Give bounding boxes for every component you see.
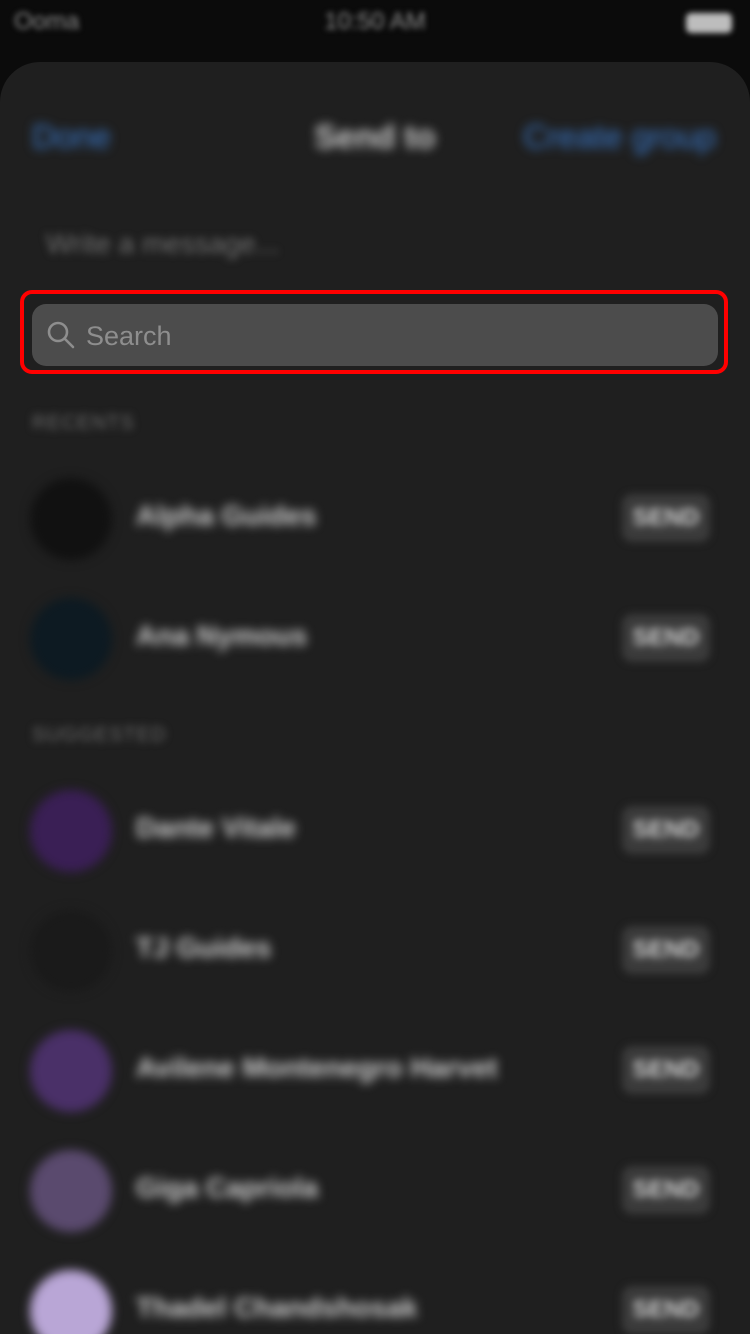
send-button[interactable]: SEND: [622, 1166, 710, 1214]
section-label-recents: RECENTS: [32, 412, 135, 434]
send-button[interactable]: SEND: [622, 1046, 710, 1094]
contact-name: TJ Guides: [136, 932, 272, 963]
contact-name: Avilene Montenegro Harvet: [136, 1052, 498, 1083]
list-item[interactable]: Avilene Montenegro Harvet SEND: [0, 1016, 750, 1126]
send-button[interactable]: SEND: [622, 494, 710, 542]
search-bar[interactable]: [32, 304, 718, 368]
search-input[interactable]: [84, 304, 708, 368]
list-item[interactable]: Dante Vitale SEND: [0, 776, 750, 886]
send-button[interactable]: SEND: [622, 1286, 710, 1334]
avatar: [30, 790, 112, 872]
clock: 10:50 AM: [324, 8, 426, 35]
contact-name: Giga Capriola: [136, 1172, 319, 1203]
contact-name: Ana Nymous: [136, 620, 308, 651]
contact-name: Dante Vitale: [136, 812, 296, 843]
contact-name: Thadel Chandshosak: [136, 1292, 418, 1323]
list-item[interactable]: Thadel Chandshosak SEND: [0, 1256, 750, 1334]
share-sheet: Done Send to Create group Write a messag…: [0, 62, 750, 1334]
avatar: [30, 1150, 112, 1232]
send-button[interactable]: SEND: [622, 926, 710, 974]
status-bar: Ooma 10:50 AM: [0, 0, 750, 44]
create-group-button[interactable]: Create group: [523, 118, 716, 156]
section-label-suggested: SUGGESTED: [32, 724, 167, 746]
list-item[interactable]: Giga Capriola SEND: [0, 1136, 750, 1246]
list-item[interactable]: TJ Guides SEND: [0, 896, 750, 1006]
sheet-header: Done Send to Create group: [0, 62, 750, 212]
list-item[interactable]: Ana Nymous SEND: [0, 584, 750, 694]
battery-icon: [686, 8, 732, 36]
contact-name: Alpha Guides: [136, 500, 317, 531]
avatar: [30, 910, 112, 992]
send-button[interactable]: SEND: [622, 806, 710, 854]
search-icon: [47, 321, 75, 349]
list-item[interactable]: Alpha Guides SEND: [0, 464, 750, 574]
avatar: [30, 478, 112, 560]
avatar: [30, 1030, 112, 1112]
avatar: [30, 598, 112, 680]
send-button[interactable]: SEND: [622, 614, 710, 662]
message-input[interactable]: Write a message...: [46, 228, 279, 260]
avatar: [30, 1270, 112, 1334]
